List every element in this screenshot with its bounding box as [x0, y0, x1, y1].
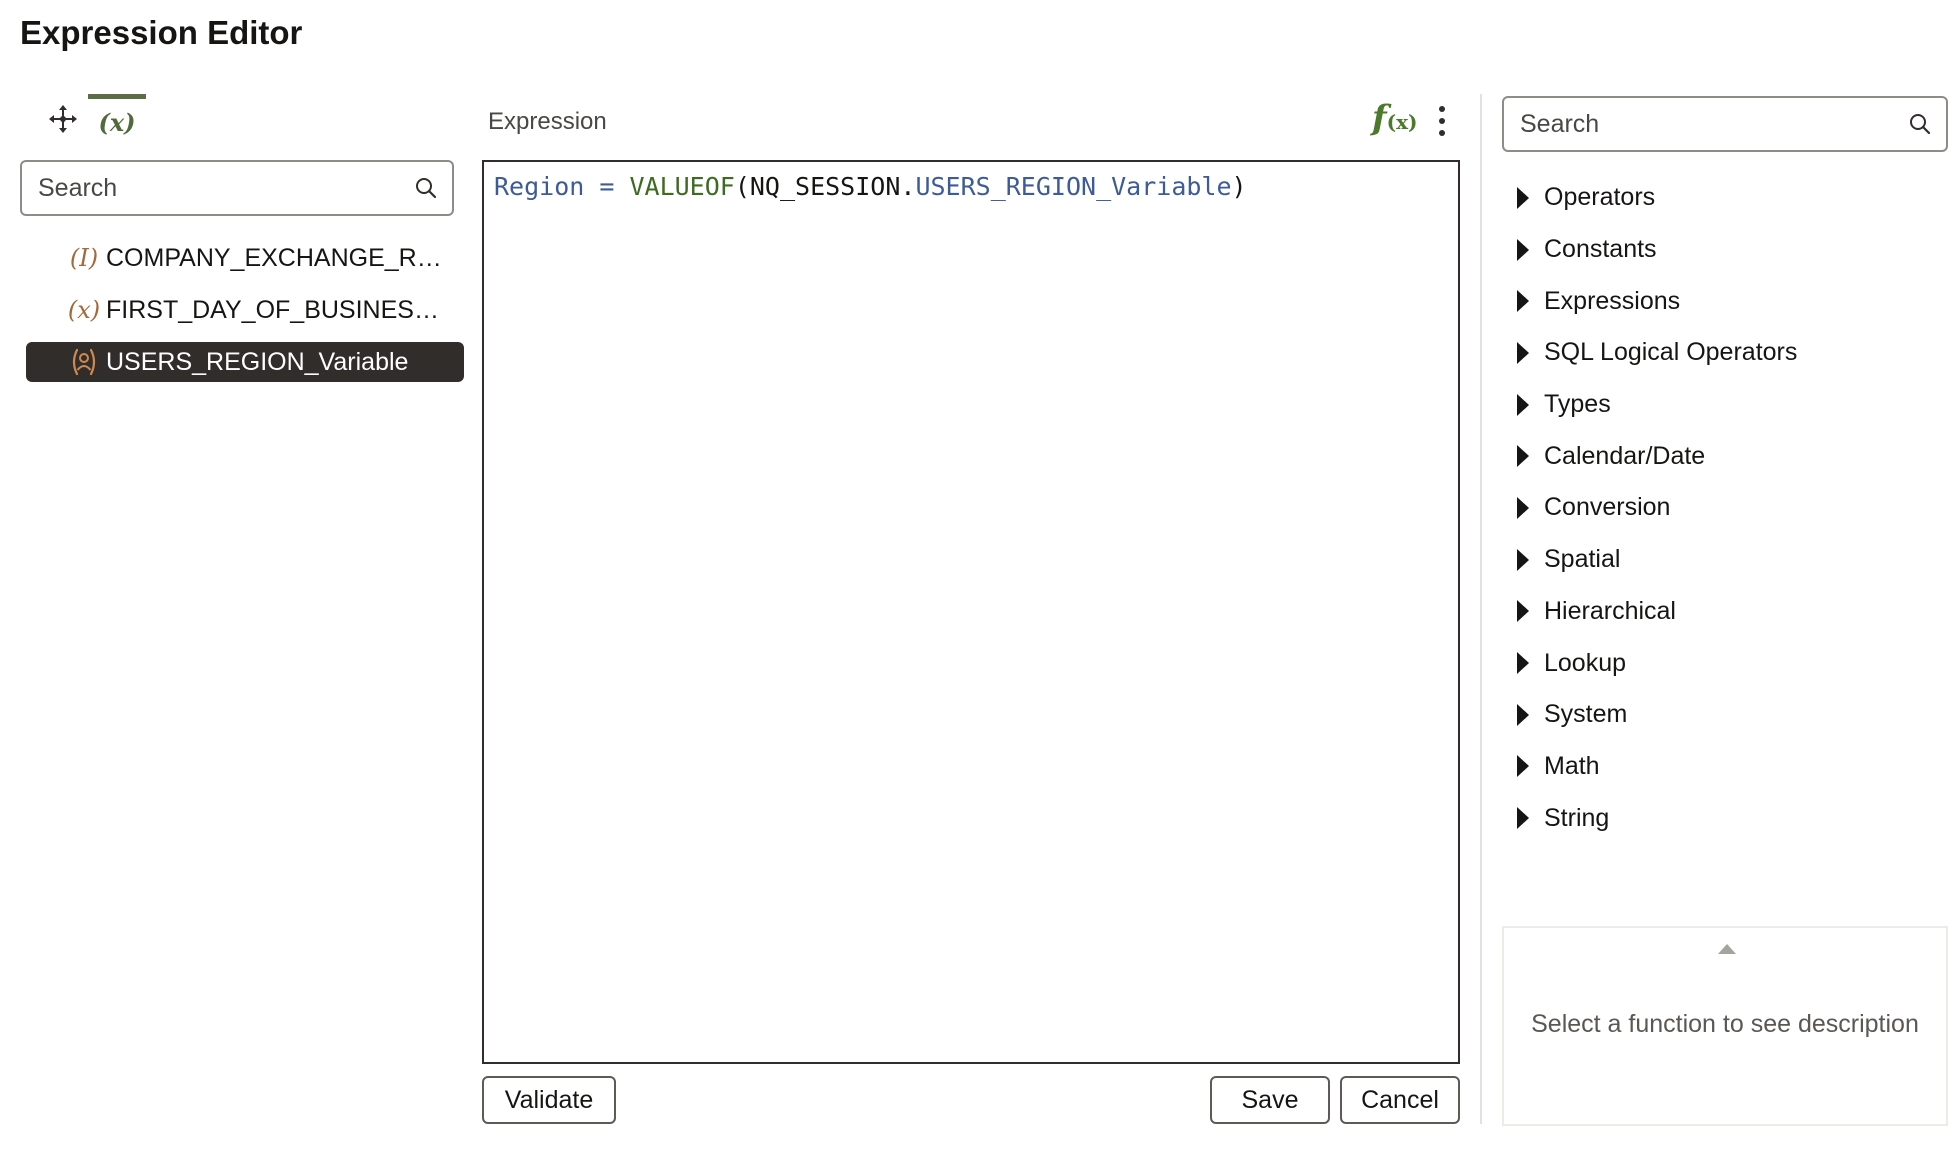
category-lookup[interactable]: Lookup: [1508, 637, 1938, 689]
save-button[interactable]: Save: [1210, 1076, 1330, 1124]
category-label: String: [1544, 803, 1610, 832]
token-function: VALUEOF: [629, 172, 735, 201]
category-system[interactable]: System: [1508, 689, 1938, 741]
search-icon[interactable]: [1908, 112, 1932, 136]
function-description-panel: Select a function to see description: [1502, 926, 1948, 1126]
category-label: Hierarchical: [1544, 596, 1676, 625]
category-operators[interactable]: Operators: [1508, 172, 1938, 224]
category-expressions[interactable]: Expressions: [1508, 275, 1938, 327]
category-constants[interactable]: Constants: [1508, 224, 1938, 276]
category-math[interactable]: Math: [1508, 741, 1938, 793]
expression-editor[interactable]: Region = VALUEOF(NQ_SESSION.USERS_REGION…: [482, 160, 1460, 1064]
expand-arrow-icon: [1517, 755, 1529, 778]
left-search-box: [20, 160, 454, 216]
category-hierarchical[interactable]: Hierarchical: [1508, 586, 1938, 638]
expand-arrow-icon: [1517, 238, 1529, 261]
variable-label: COMPANY_EXCHANGE_RA...: [106, 243, 446, 272]
expand-arrow-icon: [1517, 548, 1529, 571]
expand-arrow-icon: [1517, 393, 1529, 416]
token-variable: USERS_REGION_Variable: [915, 172, 1232, 201]
category-label: SQL Logical Operators: [1544, 338, 1798, 367]
tab-data-elements[interactable]: [34, 94, 92, 144]
function-icon-x: (x): [1386, 110, 1418, 134]
function-category-list: Operators Constants Expressions SQL Logi…: [1508, 172, 1938, 844]
category-label: Lookup: [1544, 648, 1627, 677]
expand-arrow-icon: [1517, 186, 1529, 209]
token-operator: =: [584, 172, 630, 201]
category-spatial[interactable]: Spatial: [1508, 534, 1938, 586]
token-plain: (NQ_SESSION.: [734, 172, 916, 201]
function-search-input[interactable]: [1520, 109, 1908, 139]
variable-item-company-exchange-rate[interactable]: (I) COMPANY_EXCHANGE_RA...: [26, 238, 464, 278]
category-types[interactable]: Types: [1508, 379, 1938, 431]
category-label: Conversion: [1544, 493, 1671, 522]
variable-item-users-region[interactable]: USERS_REGION_Variable: [26, 342, 464, 382]
session-variable-icon: [68, 346, 100, 378]
variable-list: (I) COMPANY_EXCHANGE_RA... (x) FIRST_DAY…: [26, 238, 464, 394]
more-options-icon[interactable]: [1428, 104, 1456, 138]
search-icon[interactable]: [414, 176, 438, 200]
category-label: Spatial: [1544, 545, 1621, 574]
expand-arrow-icon: [1517, 496, 1529, 519]
move-arrows-icon: [49, 105, 77, 133]
panel-divider: [1480, 94, 1482, 1124]
category-sql-logical-operators[interactable]: SQL Logical Operators: [1508, 327, 1938, 379]
expression-code: Region = VALUEOF(NQ_SESSION.USERS_REGION…: [494, 172, 1448, 201]
variable-icon: (x): [67, 296, 101, 324]
expand-arrow-icon: [1517, 341, 1529, 364]
description-placeholder: Select a function to see description: [1531, 1010, 1919, 1038]
category-label: Expressions: [1544, 286, 1681, 315]
expression-label: Expression: [488, 108, 607, 135]
variable-label: USERS_REGION_Variable: [106, 347, 409, 376]
expand-arrow-icon: [1517, 652, 1529, 675]
validate-button[interactable]: Validate: [482, 1076, 616, 1124]
function-icon[interactable]: f (x): [1372, 98, 1418, 138]
cancel-button[interactable]: Cancel: [1340, 1076, 1460, 1124]
tab-variables[interactable]: (x): [88, 94, 146, 144]
expand-arrow-icon: [1517, 807, 1529, 830]
variable-label: FIRST_DAY_OF_BUSINESS_...: [106, 295, 446, 324]
category-label: Constants: [1544, 235, 1657, 264]
dialog-title: Expression Editor: [20, 14, 303, 51]
category-conversion[interactable]: Conversion: [1508, 482, 1938, 534]
expand-arrow-icon: [1517, 600, 1529, 623]
variable-icon: (x): [98, 107, 136, 137]
left-panel-tabs: (x): [20, 90, 470, 148]
category-label: Math: [1544, 751, 1600, 780]
expand-arrow-icon: [1517, 703, 1529, 726]
left-search-input[interactable]: [38, 173, 414, 203]
category-label: Operators: [1544, 183, 1656, 212]
category-label: System: [1544, 700, 1628, 729]
variable-item-first-day-of-business[interactable]: (x) FIRST_DAY_OF_BUSINESS_...: [26, 290, 464, 330]
right-search-box: [1502, 96, 1948, 152]
token-field: Region: [494, 172, 585, 201]
token-plain: ): [1231, 172, 1247, 201]
category-string[interactable]: String: [1508, 792, 1938, 844]
function-icon-f: f: [1372, 98, 1387, 138]
expand-arrow-icon: [1517, 445, 1529, 468]
category-label: Calendar/Date: [1544, 441, 1706, 470]
category-calendar-date[interactable]: Calendar/Date: [1508, 430, 1938, 482]
expand-arrow-icon: [1517, 290, 1529, 313]
integer-variable-icon: (I): [69, 244, 99, 272]
collapse-caret-icon[interactable]: [1718, 944, 1736, 954]
category-label: Types: [1544, 390, 1611, 419]
